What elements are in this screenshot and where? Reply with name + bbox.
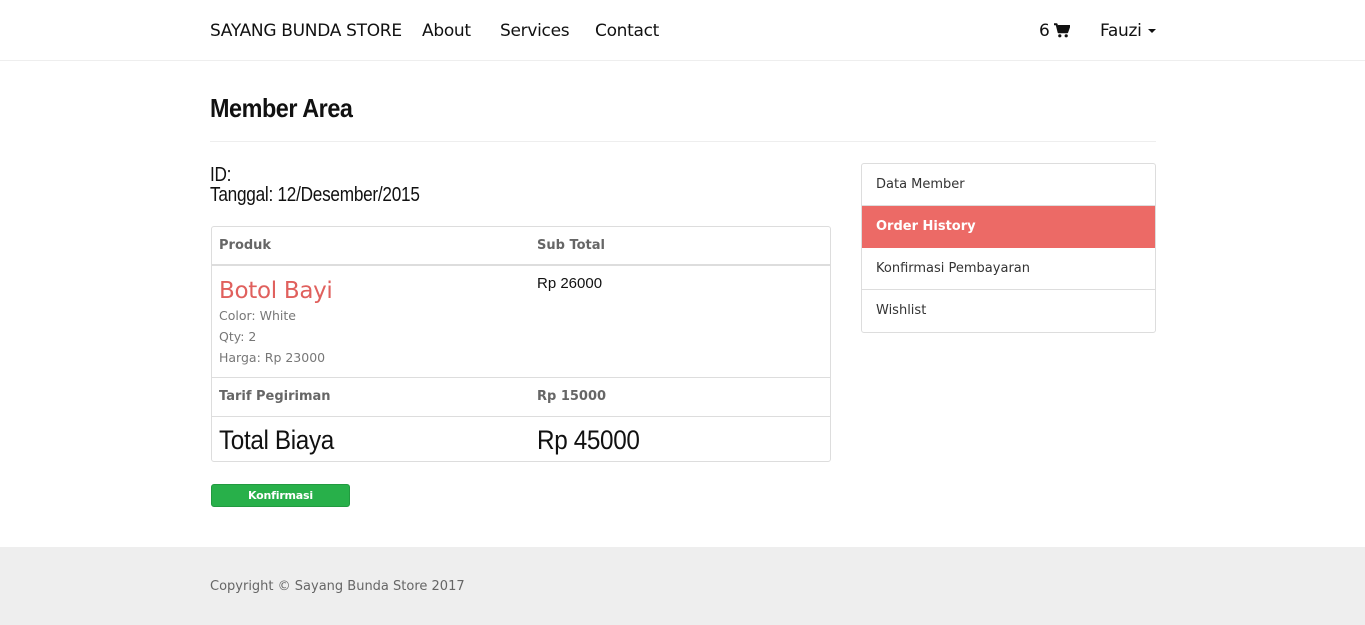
caret-down-icon	[1147, 29, 1156, 33]
sidebar-item-konfirmasi-pembayaran[interactable]: Konfirmasi Pembayaran	[862, 248, 1155, 290]
brand-link[interactable]: SAYANG BUNDA STORE	[210, 19, 402, 43]
header-produk: Produk	[219, 238, 272, 253]
shipping-row: Tarif Pegiriman Rp 15000	[212, 378, 830, 417]
header-divider	[210, 141, 1156, 142]
sidebar-item-wishlist[interactable]: Wishlist	[862, 290, 1155, 332]
sidebar-item-data-member[interactable]: Data Member	[862, 164, 1155, 206]
sidebar-item-order-history[interactable]: Order History	[862, 206, 1155, 248]
navbar-container: SAYANG BUNDA STORE About Services Contac…	[210, 0, 1156, 61]
nav-link-about[interactable]: About	[422, 19, 471, 43]
table-row: Botol Bayi Color: White Qty: 2 Harga: Rp…	[212, 266, 830, 378]
page-title: Member Area	[210, 93, 353, 123]
user-menu-dropdown[interactable]: Fauzi	[1100, 19, 1156, 43]
product-subtotal: Rp 26000	[537, 275, 603, 292]
product-price: Harga: Rp 23000	[219, 350, 326, 365]
cart-count: 6	[1039, 21, 1050, 41]
total-label: Total Biaya	[219, 425, 334, 455]
member-sidebar: Data Member Order History Konfirmasi Pem…	[861, 163, 1156, 333]
shipping-value: Rp 15000	[537, 389, 607, 404]
product-name-link[interactable]: Botol Bayi	[219, 276, 333, 306]
product-color: Color: White	[219, 308, 296, 323]
shopping-cart-icon	[1053, 21, 1070, 45]
order-table: Produk Sub Total Botol Bayi Color: White…	[211, 226, 831, 462]
order-id: ID:	[210, 164, 232, 186]
user-name: Fauzi	[1100, 21, 1142, 41]
order-date: Tanggal: 12/Desember/2015	[210, 184, 420, 206]
confirm-payment-button[interactable]: Konfirmasi Pembayaran	[211, 484, 350, 523]
page-footer: Copyright © Sayang Bunda Store 2017	[0, 547, 1365, 625]
nav-link-services[interactable]: Services	[500, 19, 570, 43]
total-row: Total Biaya Rp 45000	[212, 417, 830, 461]
cart-button[interactable]: 6	[1039, 19, 1070, 45]
table-header-row: Produk Sub Total	[212, 227, 830, 266]
header-sub-total: Sub Total	[537, 238, 605, 253]
top-navbar: SAYANG BUNDA STORE About Services Contac…	[0, 0, 1365, 61]
product-qty: Qty: 2	[219, 329, 257, 344]
nav-link-contact[interactable]: Contact	[595, 19, 659, 43]
copyright-text: Copyright © Sayang Bunda Store 2017	[210, 579, 465, 594]
shipping-label: Tarif Pegiriman	[219, 389, 331, 404]
total-value: Rp 45000	[537, 425, 640, 455]
